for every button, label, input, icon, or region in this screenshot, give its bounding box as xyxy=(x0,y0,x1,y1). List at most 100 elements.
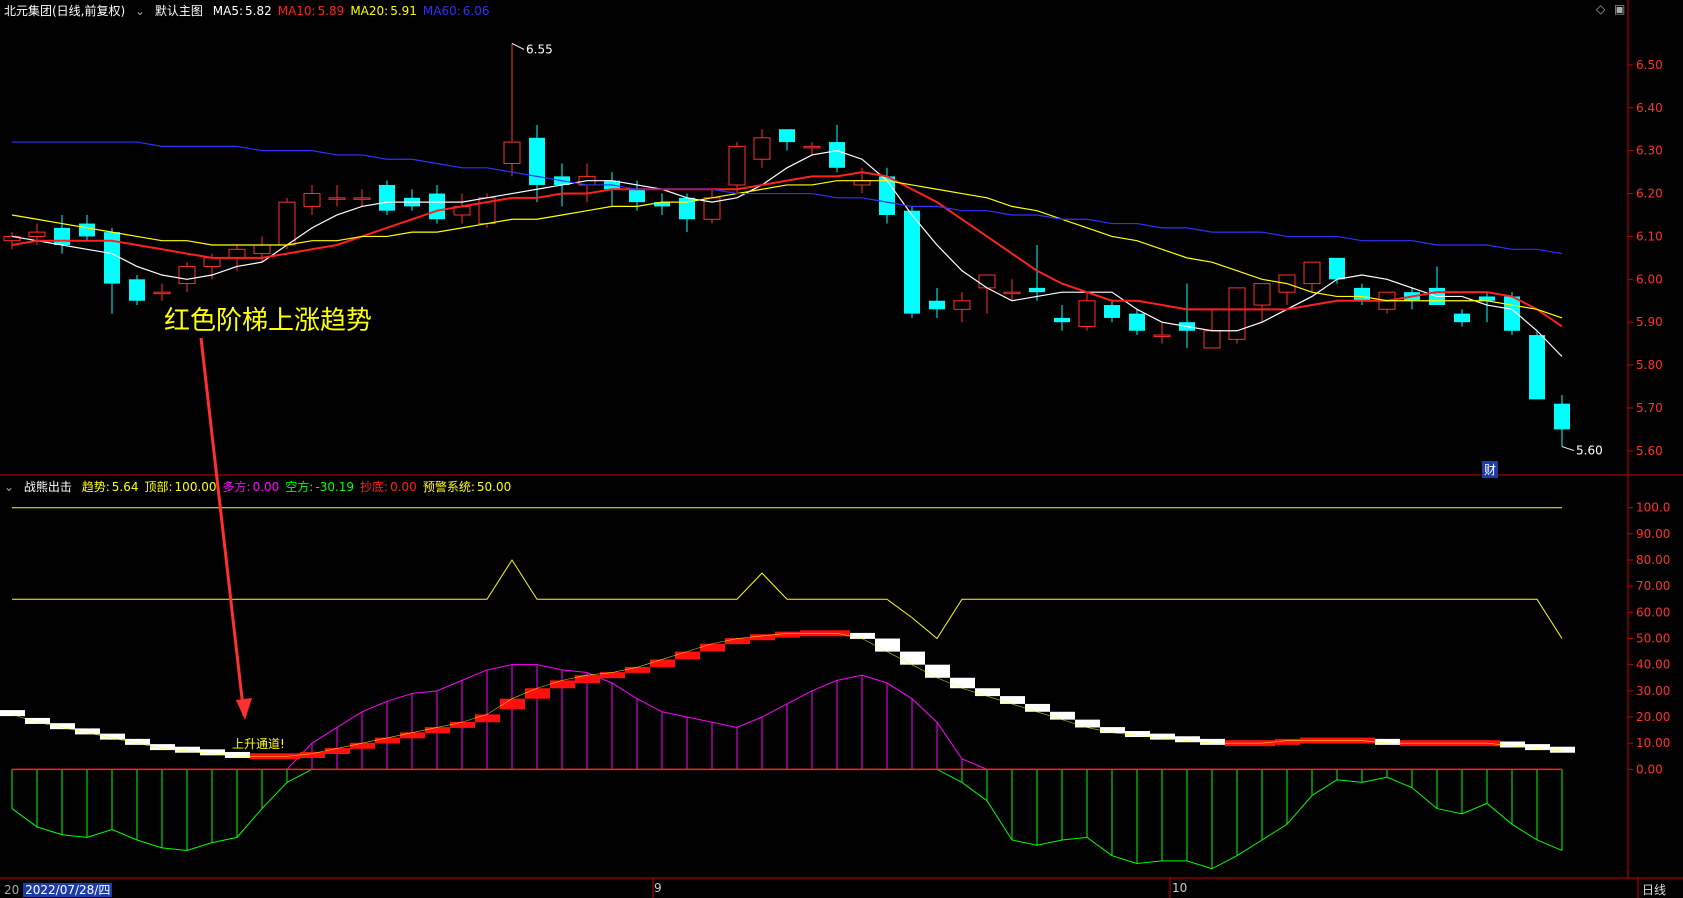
trend-block xyxy=(900,651,925,665)
trend-block xyxy=(625,666,650,673)
chart-stage[interactable]: 6.50 6.40 6.30 6.20 6.10 6.00 5.90 5.80 5.70 5.60… xyxy=(0,0,1683,898)
low-marker-arrow xyxy=(1561,446,1575,452)
candle-body xyxy=(278,201,296,246)
finance-badge[interactable]: 财 xyxy=(1482,461,1499,478)
indicator-tick-label: 50.00 xyxy=(1636,632,1670,646)
trend-block xyxy=(650,659,675,668)
annotation-arrowhead xyxy=(236,698,252,720)
date-axis-left: 20 2022/07/28/四 xyxy=(4,881,118,898)
indicator-tick-label: 20.00 xyxy=(1636,710,1670,724)
candle-body xyxy=(1203,330,1221,349)
main-header: 北元集团(日线,前复权) ⌄ 默认主图 MA5: 5.82 MA10: 5.89 MA2… xyxy=(4,2,502,19)
candle-body xyxy=(203,257,221,267)
candle-body xyxy=(829,142,845,168)
chart-canvas[interactable]: 6.50 6.40 6.30 6.20 6.10 6.00 5.90 5.80 5.70 5.60… xyxy=(0,0,1683,898)
indicator-legend: 趋势: 5.64 顶部: 100.00 多方: 0.00 空方: -30.19 抄底: 0.00 预… xyxy=(82,480,517,494)
candle-body xyxy=(728,145,746,186)
indicator-value: 5.64 xyxy=(111,480,139,494)
trend-block xyxy=(850,632,875,639)
candle-body xyxy=(1554,403,1570,430)
price-tick-label: 6.40 xyxy=(1636,101,1663,115)
indicator-name[interactable]: 战熊出击 xyxy=(24,480,72,494)
trend-block xyxy=(1075,719,1100,728)
trend-block xyxy=(600,672,625,679)
candle-body xyxy=(753,137,771,160)
chevron-down-icon[interactable]: ⌄ xyxy=(4,480,14,494)
trend-block xyxy=(300,751,325,758)
indicator-tick-label: 0.00 xyxy=(1636,762,1663,776)
trend-block xyxy=(375,737,400,744)
candle-body xyxy=(1329,257,1345,280)
candle-body xyxy=(228,248,246,259)
trend-block xyxy=(1550,746,1575,753)
candle-body xyxy=(978,274,996,289)
trend-block xyxy=(1025,703,1050,712)
price-tick-label: 6.30 xyxy=(1636,144,1663,158)
candle-body xyxy=(178,265,196,285)
diamond-icon[interactable]: ◇ xyxy=(1596,2,1605,16)
candle-body xyxy=(79,223,95,237)
date-stub: 20 xyxy=(4,883,20,897)
trend-block xyxy=(975,688,1000,697)
trend-block xyxy=(775,631,800,638)
trend-block xyxy=(725,638,750,645)
ma-legend: MA5: 5.82 MA10: 5.89 MA20: 5.91 MA60: 6.06 xyxy=(213,4,496,18)
indicator-value: 0.00 xyxy=(390,480,417,494)
indicator-tick-label: 100.0 xyxy=(1636,501,1670,515)
candle-body xyxy=(429,193,445,220)
candle-body xyxy=(54,227,70,245)
trend-block xyxy=(925,664,950,678)
trend-block xyxy=(1375,738,1400,745)
channel-annotation: 上升通道! xyxy=(232,737,285,751)
candle-body xyxy=(153,291,171,295)
candle-body xyxy=(929,300,945,310)
candle-body xyxy=(503,141,521,165)
candle-body xyxy=(953,300,971,310)
indicator-tick-label: 40.00 xyxy=(1636,658,1670,672)
period-label[interactable]: 日线 xyxy=(1642,881,1666,898)
indicator-value: 50.00 xyxy=(476,480,512,494)
indicator-value: -30.19 xyxy=(315,480,355,494)
candle-body xyxy=(904,210,920,314)
trend-block xyxy=(125,738,150,745)
trend-block xyxy=(1200,738,1225,745)
candle-body xyxy=(379,184,395,211)
symbol-title[interactable]: 北元集团(日线,前复权) xyxy=(4,4,125,18)
annotation-arrow xyxy=(199,337,246,717)
indicator-tick-label: 60.00 xyxy=(1636,605,1670,619)
candle-body xyxy=(1228,287,1246,340)
trend-block xyxy=(100,733,125,740)
month-label-10: 10 xyxy=(1172,881,1188,895)
cursor-date: 2022/07/28/四 xyxy=(23,883,113,897)
trend-block xyxy=(0,710,25,717)
candle-body xyxy=(1479,296,1495,301)
trend-block xyxy=(75,728,100,735)
price-tick-label: 5.70 xyxy=(1636,401,1663,415)
price-tick-label: 5.90 xyxy=(1636,315,1663,329)
candle-body xyxy=(303,193,321,207)
trend-block xyxy=(1100,727,1125,734)
trend-block xyxy=(475,714,500,723)
high-marker-arrow xyxy=(511,42,525,50)
candle-body xyxy=(253,244,271,255)
price-tick-label: 6.50 xyxy=(1636,58,1663,72)
trend-block xyxy=(1050,711,1075,720)
sub-header: ⌄ 战熊出击 趋势: 5.64 顶部: 100.00 多方: 0.00 空方: -30.19 抄… xyxy=(4,478,523,495)
ma-value: 6.06 xyxy=(462,4,490,18)
candle-body xyxy=(1454,313,1470,323)
trend-block xyxy=(525,688,550,699)
trend-block xyxy=(700,643,725,652)
high-marker-label: 6.55 xyxy=(526,42,553,56)
trend-block xyxy=(675,651,700,660)
trend-annotation: 红色阶梯上涨趋势 xyxy=(164,306,373,336)
template-name[interactable]: 默认主图 xyxy=(155,4,203,18)
window-toggle-icon[interactable]: ▣ xyxy=(1614,2,1625,16)
ma-value: 5.91 xyxy=(390,4,417,18)
candle-body xyxy=(1054,317,1070,323)
chevron-down-icon[interactable]: ⌄ xyxy=(135,4,145,18)
indicator-label: 顶部: xyxy=(144,480,173,494)
ma-label: MA60: xyxy=(422,4,461,18)
price-tick-label: 5.80 xyxy=(1636,358,1663,372)
indicator-label: 空方: xyxy=(285,480,314,494)
trend-block xyxy=(425,727,450,734)
